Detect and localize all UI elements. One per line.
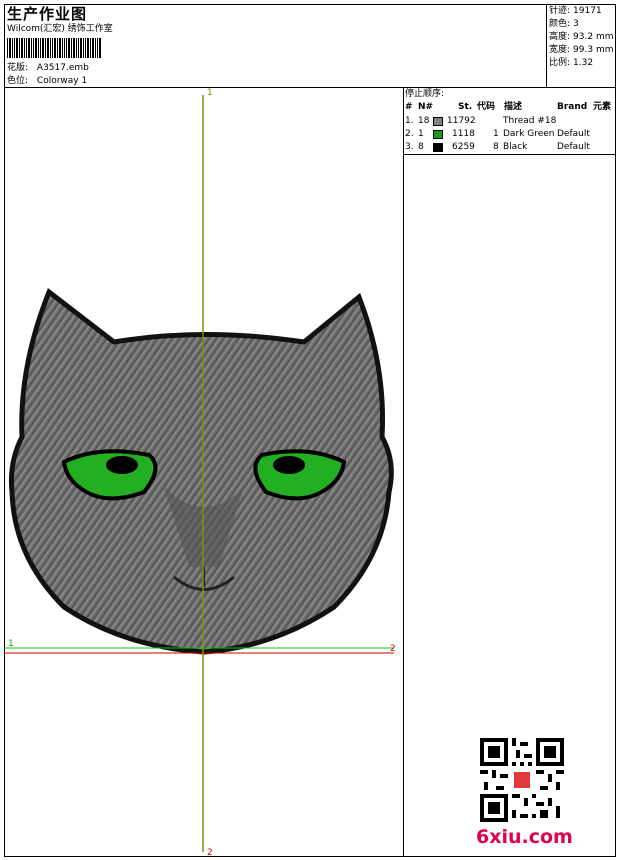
guide-label-h-left: 1 (8, 639, 14, 649)
qr-code-image (480, 738, 564, 822)
table-row: 2. 1 1118 1 Dark Green Default (405, 129, 590, 139)
thread-swatch-green (433, 130, 443, 139)
col-desc: 描述 (504, 102, 523, 112)
thread-swatch-gray (433, 117, 443, 126)
stat-stitches: 针迹: 19171 (549, 6, 602, 16)
design-value: A3517.emb (36, 63, 89, 73)
thread-swatch-black (433, 143, 443, 152)
software-label: Wilcom(汇宏) 绣饰工作室 (7, 24, 113, 34)
col-code: 代码 (477, 102, 496, 112)
col-brand: Brand (557, 102, 588, 112)
guide-label-h-right: 2 (390, 644, 396, 654)
guide-label-v-top: 1 (207, 88, 213, 98)
cat-embroidery-image (4, 95, 394, 852)
stop-sequence-title: 停止顺序: (405, 89, 445, 99)
stat-scale: 比例: 1.32 (549, 58, 594, 68)
page-title: 生产作业图 (7, 5, 88, 23)
stats-box: 针迹: 19171 颜色: 3 高度: 93.2 mm 宽度: 99.3 mm 比例: 1… (546, 4, 616, 88)
colorway-value: Colorway 1 (36, 76, 88, 86)
col-element: 元素 (593, 102, 612, 112)
col-n: N# (418, 102, 434, 112)
colorway-label: 色位: (7, 76, 29, 86)
guide-label-v-bottom: 2 (207, 848, 213, 858)
watermark-site: 6xiu.com (476, 826, 573, 848)
table-row: 3. 8 6259 8 Black Default (405, 142, 590, 152)
col-idx: # (405, 102, 413, 112)
stop-table-header: # N# St. 代码 描述 Brand 元素 (405, 102, 615, 114)
stat-height: 高度: 93.2 mm (549, 32, 614, 42)
table-row: 1. 18 11792 Thread #18 (405, 116, 557, 126)
stat-width: 宽度: 99.3 mm (549, 45, 614, 55)
barcode (7, 38, 120, 58)
design-label: 花版: (7, 63, 29, 73)
col-st: St. (458, 102, 473, 112)
design-row: 花版: A3517.emb (7, 63, 89, 74)
colorway-row: 色位: Colorway 1 (7, 76, 87, 87)
stat-colors: 颜色: 3 (549, 19, 579, 29)
